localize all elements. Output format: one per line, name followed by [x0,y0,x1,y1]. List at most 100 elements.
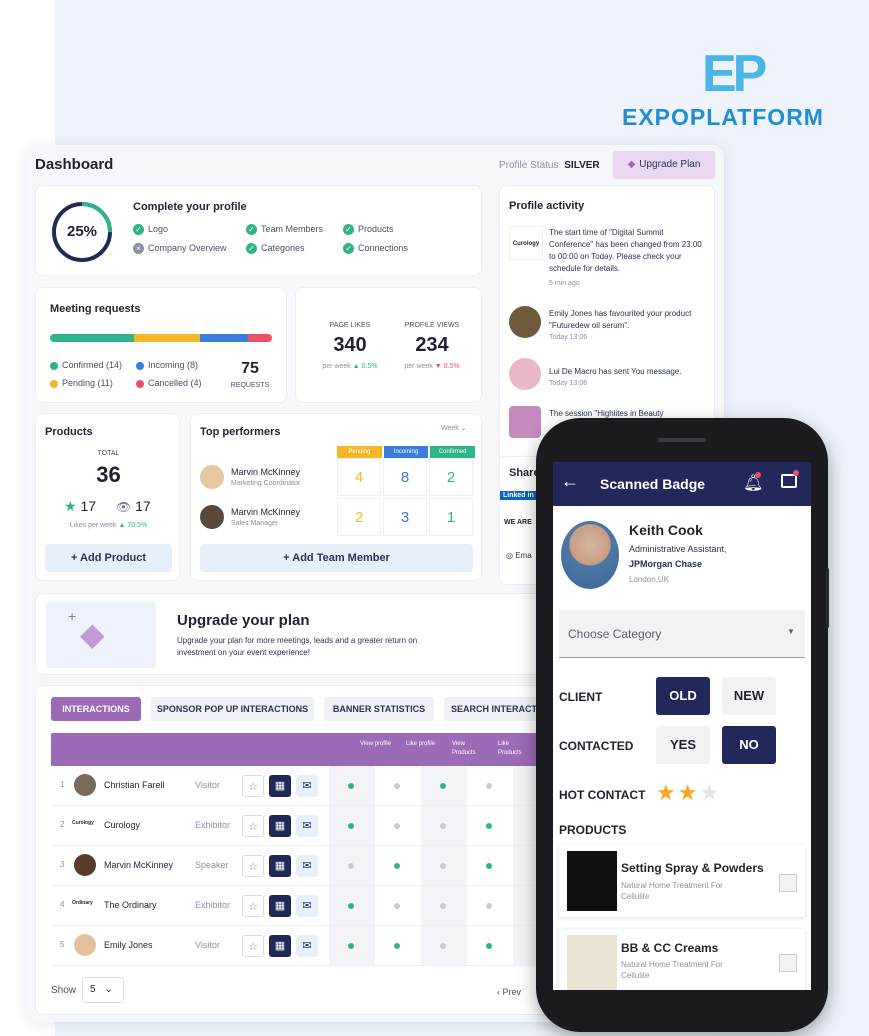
favorite-star-button[interactable]: ☆ [242,775,264,797]
active-dot [486,863,492,869]
table-row[interactable]: 4 Ordinary The Ordinary Exhibitor ☆ ▦ ✉ [51,886,551,926]
products-total: 36 [96,462,121,487]
table-row[interactable]: 5 Emily Jones Visitor ☆ ▦ ✉ [51,926,551,966]
profile-checklist-item[interactable]: ✓ Categories [246,243,305,255]
message-button[interactable]: ✉ [296,895,318,917]
page-title: Dashboard [35,156,114,173]
product-card[interactable]: BB & CC Creams Natural Home Treatment Fo… [559,929,805,990]
message-button[interactable]: ✉ [296,935,318,957]
upgrade-plan-button[interactable]: ◆ Upgrade Plan [613,151,715,179]
upgrade-banner: ◆ + Upgrade your plan Upgrade your plan … [35,593,555,675]
diamond-icon: ◆ [80,616,105,652]
activity-time: Today 13:06 [549,334,588,341]
table-row[interactable]: 3 Marvin McKinney Speaker ☆ ▦ ✉ [51,846,551,886]
client-new-button[interactable]: NEW [722,677,776,715]
star-icon[interactable]: ★ [699,780,721,805]
star-icon: ★ [64,498,77,514]
tab-search-interact[interactable]: SEARCH INTERACT [444,697,544,721]
row-type: Speaker [195,860,229,870]
category-select[interactable]: Choose Category ▼ [559,610,805,658]
products-views: 👁 17 [116,498,151,514]
message-button[interactable]: ✉ [296,775,318,797]
contact-title: Administrative Assistant, [629,544,727,554]
profile-status-label: Profile Status [499,160,559,171]
star-icon[interactable]: ★ [656,780,678,805]
row-type: Exhibitor [195,820,231,830]
back-arrow-icon[interactable]: ← [561,471,579,492]
message-button[interactable]: ✉ [296,815,318,837]
table-column-header[interactable]: Like profile [406,740,442,749]
performer-value: 4 [337,458,381,496]
performer-column-header: Incoming [383,446,429,458]
meeting-requests-bar [50,334,272,342]
row-name: Christian Farell [104,780,165,790]
tab-banner-statistics[interactable]: BANNER STATISTICS [324,697,434,721]
contacted-yes-button[interactable]: YES [656,726,710,764]
favorite-star-button[interactable]: ☆ [242,935,264,957]
message-icon[interactable] [781,474,797,488]
calendar-button[interactable]: ▦ [269,855,291,877]
table-column-header[interactable]: Like Products [498,740,534,758]
row-number: 5 [60,940,65,949]
table-row[interactable]: 2 Curology Curology Exhibitor ☆ ▦ ✉ [51,806,551,846]
calendar-button[interactable]: ▦ [269,935,291,957]
performer-value: 2 [429,458,473,496]
products-card: Products TOTAL 36 ★ 17 👁 17 Likes per we… [35,413,180,581]
performer-role: Sales Manager [231,520,279,527]
favorite-star-button[interactable]: ☆ [242,815,264,837]
linkedin-badge[interactable]: Linked in [500,491,537,500]
tab-interactions[interactable]: INTERACTIONS [51,697,141,721]
performer-row[interactable]: Marvin McKinney Marketing Coordinator 4 8 2 [200,458,475,498]
calendar-button[interactable]: ▦ [269,895,291,917]
legend-cancelled: Cancelled (4) [136,378,202,388]
table-column-header[interactable]: View profile [360,740,396,749]
performer-row[interactable]: Marvin McKinney Sales Manager 2 3 1 [200,498,475,538]
hot-contact-rating[interactable]: ★★★ [656,780,721,806]
row-name: Emily Jones [104,940,153,950]
calendar-button[interactable]: ▦ [269,815,291,837]
period-select[interactable]: Week ⌄ [441,424,467,432]
table-row[interactable]: 1 Christian Farell Visitor ☆ ▦ ✉ [51,766,551,806]
plus-icon: + [283,552,290,564]
product-checkbox[interactable] [779,954,797,972]
prev-page-button[interactable]: ‹ Prev [497,987,521,997]
performer-role: Marketing Coordinator [231,480,301,487]
profile-percent: 25% [66,223,98,240]
profile-checklist-item[interactable]: × Company Overview [133,243,227,255]
performer-value: 3 [383,498,427,536]
performer-value: 2 [337,498,381,536]
performer-column-header: Confirmed [430,446,476,458]
star-icon[interactable]: ★ [678,780,700,805]
app-header: ← Scanned Badge 🔔︎ [553,462,811,506]
page-likes-sub: per week ▲ 0.5% [322,363,378,370]
contacted-no-button[interactable]: NO [722,726,776,764]
product-card[interactable]: Setting Spray & Powders Natural Home Tre… [559,845,805,917]
favorite-star-button[interactable]: ☆ [242,855,264,877]
legend-pending: Pending (11) [50,378,113,388]
product-checkbox[interactable] [779,874,797,892]
email-share-button[interactable]: ◎ Ema [506,551,532,560]
add-product-button[interactable]: + Add Product [45,544,172,572]
client-old-button[interactable]: OLD [656,677,710,715]
profile-checklist-item[interactable]: ✓ Products [343,224,394,236]
add-team-member-button[interactable]: + Add Team Member [200,544,473,572]
tab-sponsor-pop-up-interactions[interactable]: SPONSOR POP UP INTERACTIONS [151,697,314,721]
profile-activity-title: Profile activity [509,200,585,212]
products-stars: ★ 17 [64,498,97,514]
profile-checklist-item[interactable]: ✓ Logo [133,224,168,236]
profile-checklist-item[interactable]: ✓ Connections [343,243,408,255]
favorite-star-button[interactable]: ☆ [242,895,264,917]
profile-checklist-item[interactable]: ✓ Team Members [246,224,323,236]
table-column-header[interactable]: View Products [452,740,488,758]
notification-badge [793,470,799,476]
phone-speaker [658,438,706,442]
rows-per-page-select[interactable]: 5 ⌄ [82,977,124,1003]
product-image [567,851,617,911]
calendar-button[interactable]: ▦ [269,775,291,797]
check-icon: ✓ [343,243,354,255]
active-dot [440,783,446,789]
meeting-bar-segment [134,334,200,342]
message-button[interactable]: ✉ [296,855,318,877]
logo-wordmark: EXPOPLATFORM [622,104,824,130]
top-performers-card: Top performers Week ⌄ Pending Incoming Con… [190,413,482,581]
